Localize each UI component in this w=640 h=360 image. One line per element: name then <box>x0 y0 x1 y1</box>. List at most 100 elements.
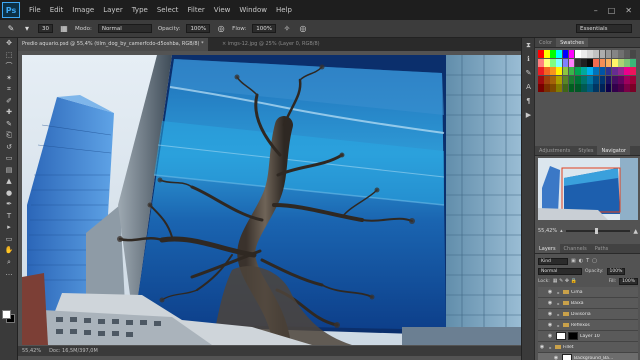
lock-icon[interactable]: ▦ ✎ ✥ 🔒 <box>553 278 577 284</box>
brush-tool-icon[interactable]: ✎ <box>0 119 18 131</box>
swatch-color[interactable] <box>599 58 606 67</box>
swatch-color[interactable] <box>599 50 606 58</box>
eye-icon[interactable]: ◉ <box>546 300 554 306</box>
chevron-right-icon[interactable]: ▸ <box>556 301 561 306</box>
swatch-color[interactable] <box>550 84 556 92</box>
swatch-color[interactable] <box>550 75 556 84</box>
document-tab-active[interactable]: Predio aquario.psd @ 55,4% (tilm_dog_by_… <box>18 38 208 51</box>
menu-view[interactable]: View <box>214 6 231 14</box>
pen-tool-icon[interactable]: ✒ <box>0 199 18 211</box>
swatch-color[interactable] <box>550 67 556 75</box>
blur-tool-icon[interactable]: ▲ <box>0 176 18 188</box>
foreground-color-swatch[interactable] <box>2 310 11 319</box>
swatch-color[interactable] <box>618 84 624 92</box>
layer-row[interactable]: ◉ ▸ Cima <box>538 287 638 298</box>
swatch-color[interactable] <box>611 75 618 84</box>
swatch-color[interactable] <box>538 58 544 67</box>
chevron-right-icon[interactable]: ▸ <box>556 290 561 295</box>
swatch-color[interactable] <box>630 58 636 67</box>
swatch-color[interactable] <box>562 67 569 75</box>
stamp-tool-icon[interactable]: ⎗ <box>0 130 18 142</box>
swatch-color[interactable] <box>618 58 624 67</box>
swatch-color[interactable] <box>562 75 569 84</box>
swatch-color[interactable] <box>581 67 587 75</box>
crop-tool-icon[interactable]: ⌗ <box>0 84 18 96</box>
zoom-in-icon[interactable]: ▲ <box>633 228 638 235</box>
chevron-right-icon[interactable]: ▸ <box>556 323 561 328</box>
swatch-color[interactable] <box>544 67 550 75</box>
dodge-tool-icon[interactable]: ● <box>0 188 18 200</box>
eye-icon[interactable]: ◉ <box>546 311 554 317</box>
eye-icon[interactable]: ◉ <box>552 355 560 360</box>
swatch-color[interactable] <box>538 84 544 92</box>
swatch-color[interactable] <box>581 50 587 58</box>
eraser-tool-icon[interactable]: ▭ <box>0 153 18 165</box>
chevron-right-icon[interactable]: ▸ <box>556 312 561 317</box>
swatch-color[interactable] <box>581 58 587 67</box>
layer-row[interactable]: ◉ ▸ Divisoria <box>538 309 638 320</box>
swatch-color[interactable] <box>630 75 636 84</box>
tab-channels[interactable]: Channels <box>560 244 591 253</box>
tab-adjustments[interactable]: Adjustments <box>535 146 574 155</box>
close-icon[interactable]: ✕ <box>625 6 632 15</box>
layer-row[interactable]: ◉ Background_Ba... <box>538 353 638 360</box>
blend-mode-select[interactable]: Normal <box>538 267 582 275</box>
fill-field[interactable]: 100% <box>619 277 638 285</box>
menu-select[interactable]: Select <box>157 6 179 14</box>
layer-row[interactable]: ◉ ▸ Baixa <box>538 298 638 309</box>
pressure-size-icon[interactable]: ◎ <box>298 24 308 34</box>
swatch-color[interactable] <box>544 84 550 92</box>
swatch-color[interactable] <box>550 50 556 58</box>
swatch-color[interactable] <box>630 84 636 92</box>
path-select-tool-icon[interactable]: ▸ <box>0 222 18 234</box>
swatch-color[interactable] <box>556 67 563 75</box>
eye-icon[interactable]: ◉ <box>546 333 554 339</box>
swatch-color[interactable] <box>630 50 636 58</box>
filter-pixel-icon[interactable]: ▣ <box>571 258 576 264</box>
swatch-color[interactable] <box>544 50 550 58</box>
tab-styles[interactable]: Styles <box>574 146 597 155</box>
swatch-color[interactable] <box>624 84 630 92</box>
filter-shape-icon[interactable]: ▢ <box>592 258 597 264</box>
swatch-color[interactable] <box>624 50 630 58</box>
swatch-color[interactable] <box>630 67 636 75</box>
tab-paths[interactable]: Paths <box>591 244 613 253</box>
maximize-icon[interactable]: □ <box>608 6 616 15</box>
swatch-color[interactable] <box>605 75 612 84</box>
document-tab-inactive[interactable]: × imgs-12.jpg @ 25% (Layer 0, RGB/8) <box>218 38 324 51</box>
swatch-color[interactable] <box>550 58 556 67</box>
swatch-color[interactable] <box>562 58 569 67</box>
swatch-color[interactable] <box>611 67 618 75</box>
minimize-icon[interactable]: – <box>594 6 598 15</box>
lasso-tool-icon[interactable]: ⌒ <box>0 61 18 73</box>
opacity-field[interactable]: 100% <box>186 24 211 33</box>
swatch-color[interactable] <box>593 84 600 92</box>
swatch-color[interactable] <box>544 58 550 67</box>
brush-tool-icon[interactable]: ✎ <box>6 24 16 34</box>
swatch-color[interactable] <box>624 75 630 84</box>
swatch-color[interactable] <box>599 84 606 92</box>
chevron-right-icon[interactable]: ▸ <box>548 345 553 350</box>
filter-type-icon[interactable]: T <box>586 258 589 264</box>
swatch-color[interactable] <box>574 58 581 67</box>
swatch-color[interactable] <box>574 84 581 92</box>
workspace-select[interactable]: Essentials <box>576 24 632 33</box>
mode-select[interactable]: Normal <box>97 24 152 33</box>
swatch-color[interactable] <box>605 67 612 75</box>
swatch-color[interactable] <box>587 75 593 84</box>
swatch-color[interactable] <box>624 58 630 67</box>
swatch-color[interactable] <box>538 75 544 84</box>
swatch-color[interactable] <box>568 67 575 75</box>
swatch-color[interactable] <box>581 84 587 92</box>
swatch-color[interactable] <box>568 58 575 67</box>
chevron-down-icon[interactable]: ▾ <box>22 24 32 34</box>
navigator-preview[interactable] <box>538 158 638 220</box>
layer-filter-select[interactable]: Kind <box>538 257 568 265</box>
brush-size-field[interactable]: 30 <box>38 24 53 33</box>
layer-mask-thumbnail[interactable] <box>568 332 578 340</box>
swatch-color[interactable] <box>611 84 618 92</box>
history-brush-tool-icon[interactable]: ↺ <box>0 142 18 154</box>
layer-row[interactable]: ◉ Layer 10 <box>538 331 638 342</box>
swatch-color[interactable] <box>618 75 624 84</box>
shape-tool-icon[interactable]: ▭ <box>0 234 18 246</box>
